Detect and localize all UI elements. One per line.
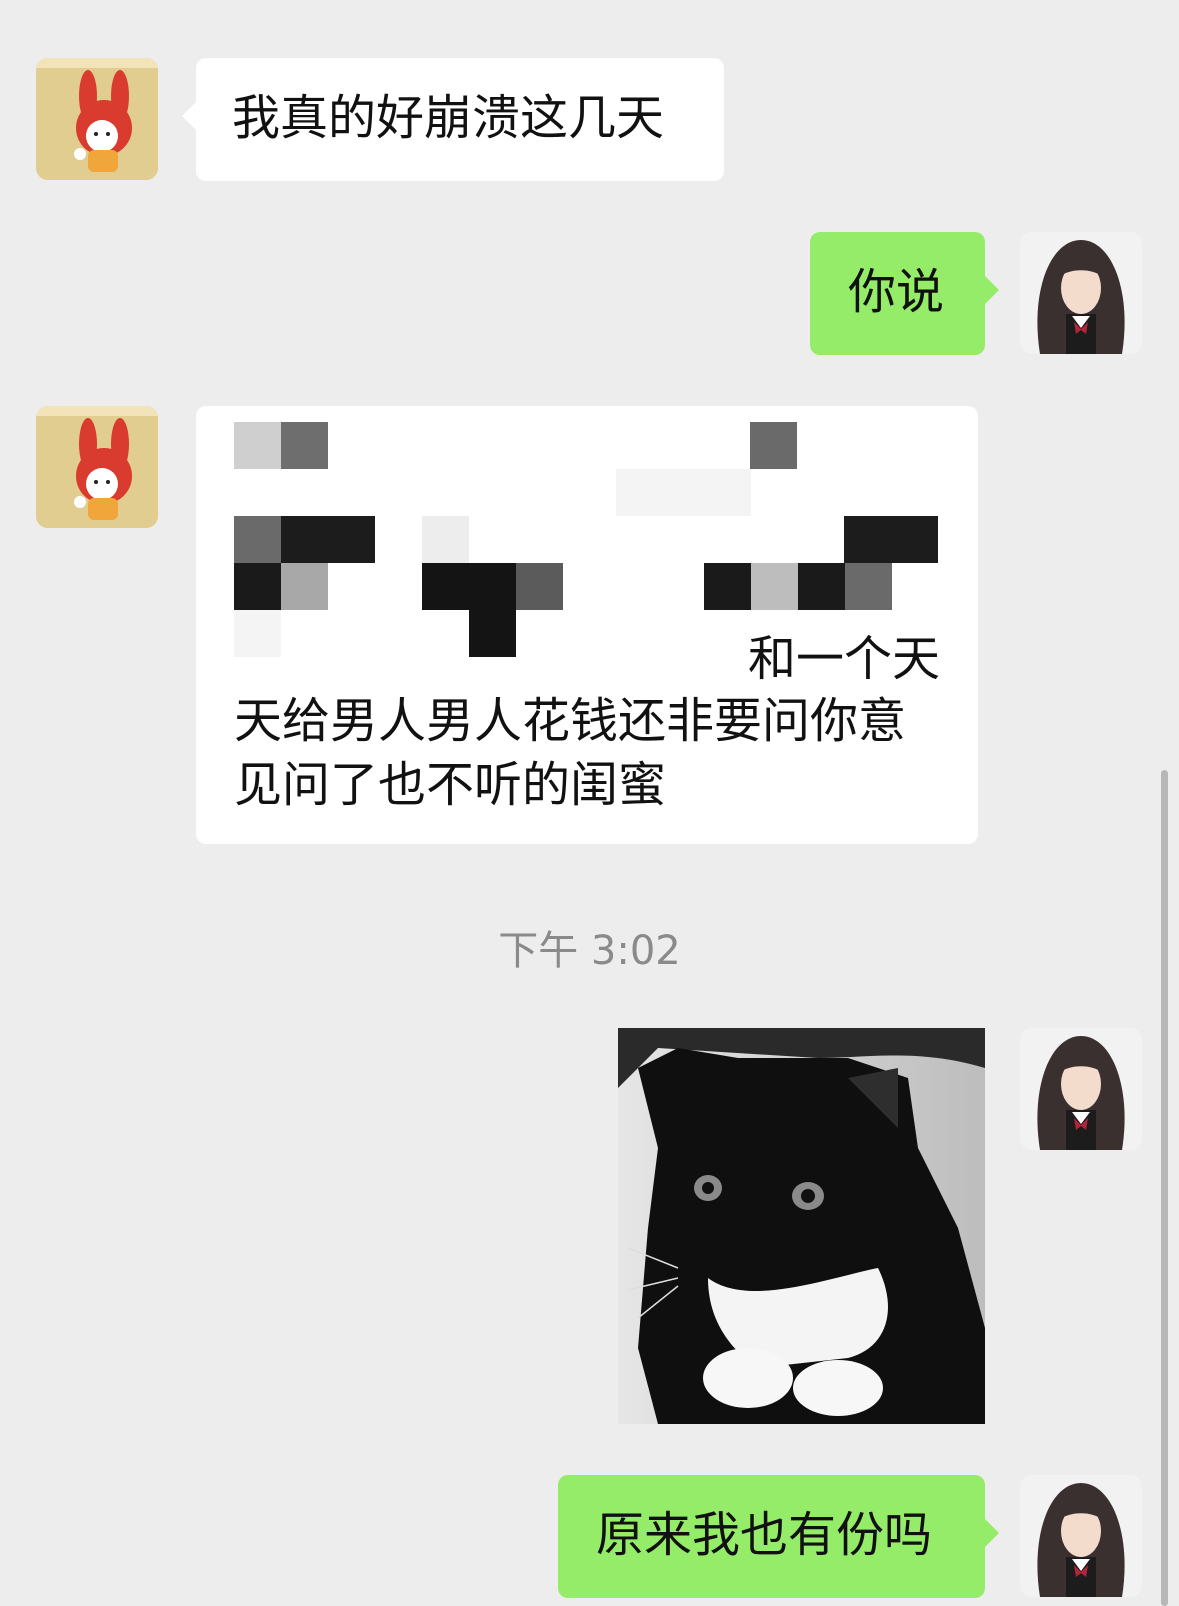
- message-text: 你说: [848, 264, 945, 320]
- girl-avatar-icon: [1020, 232, 1142, 354]
- bunny-avatar-icon: [36, 58, 158, 180]
- timestamp: 下午 3:02: [498, 928, 681, 974]
- message-text: 我真的好崩溃这几天: [232, 90, 665, 146]
- contact-avatar[interactable]: [36, 58, 158, 180]
- incoming-message[interactable]: 我真的好崩溃这几天: [182, 58, 724, 181]
- girl-avatar-icon: [1020, 1028, 1142, 1150]
- my-avatar[interactable]: [1020, 232, 1142, 354]
- my-avatar[interactable]: [1020, 1028, 1142, 1150]
- cat-photo-icon: [618, 1028, 985, 1424]
- outgoing-message[interactable]: 原来我也有份吗: [558, 1475, 999, 1598]
- incoming-message-redacted[interactable]: 和一个天 天给男人男人花钱还非要问你意 见问了也不听的闺蜜: [196, 406, 978, 844]
- message-text-line: 见问了也不听的闺蜜: [234, 757, 667, 813]
- message-text-line: 天给男人男人花钱还非要问你意: [234, 693, 907, 749]
- bunny-avatar-icon: [36, 406, 158, 528]
- image-message[interactable]: [618, 1028, 985, 1424]
- my-avatar[interactable]: [1020, 1475, 1142, 1597]
- message-text-line: 和一个天: [747, 631, 940, 687]
- message-text: 原来我也有份吗: [596, 1507, 933, 1563]
- contact-avatar[interactable]: [36, 406, 158, 528]
- scrollbar[interactable]: [1161, 770, 1168, 1606]
- outgoing-message[interactable]: 你说: [810, 232, 999, 355]
- girl-avatar-icon: [1020, 1475, 1142, 1597]
